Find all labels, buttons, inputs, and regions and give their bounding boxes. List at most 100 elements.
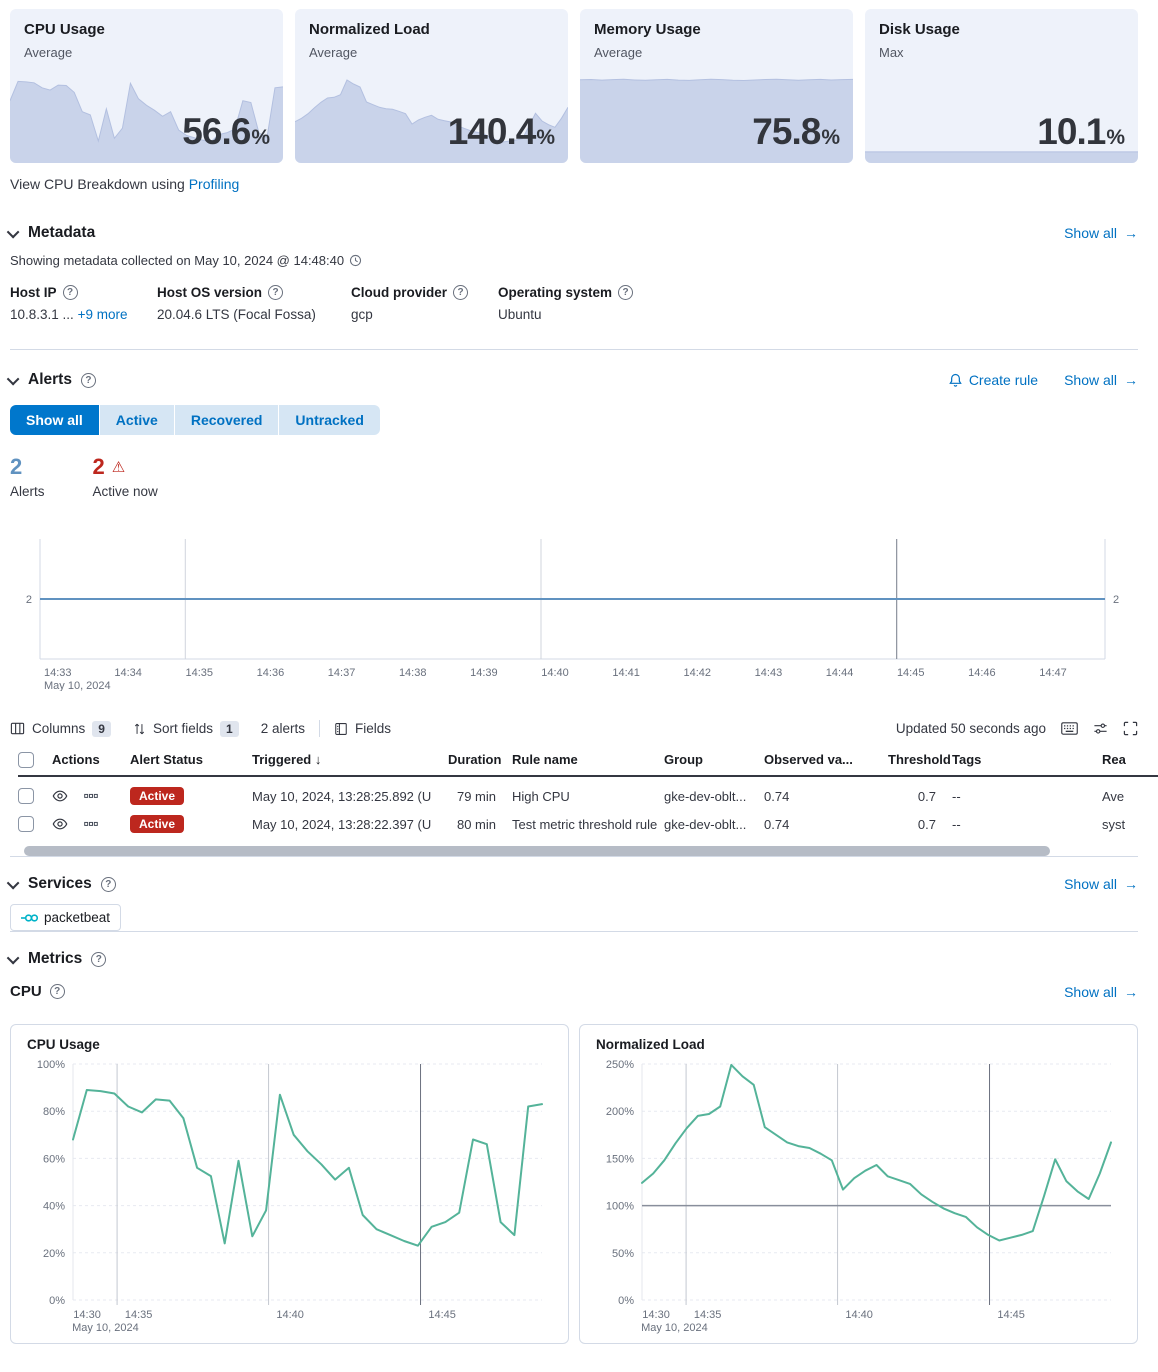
svg-text:May 10, 2024: May 10, 2024 [72, 1322, 139, 1334]
metrics-show-all-link[interactable]: Show all→ [1064, 984, 1138, 1000]
keyboard-icon [1061, 721, 1078, 736]
clock-icon [349, 254, 362, 267]
kpi-value: 75.8% [752, 111, 839, 153]
help-icon[interactable]: ? [50, 984, 65, 999]
metrics-section: Metrics ? CPU ? Show all→ CPU Usage 0%20… [10, 950, 1138, 1344]
services-show-all-link[interactable]: Show all→ [1064, 876, 1138, 892]
help-icon[interactable]: ? [63, 285, 78, 300]
cpu-usage-chart-panel[interactable]: CPU Usage 0%20%40%60%80%100%14:3014:3514… [10, 1024, 569, 1344]
chart-title: Normalized Load [596, 1037, 1121, 1052]
chevron-down-icon[interactable] [7, 876, 20, 889]
svg-text:14:34: 14:34 [114, 667, 142, 679]
chevron-down-icon[interactable] [7, 225, 20, 238]
kpi-title: CPU Usage [24, 21, 105, 38]
help-icon[interactable]: ? [618, 285, 633, 300]
svg-text:50%: 50% [612, 1248, 634, 1260]
keyboard-shortcuts-button[interactable] [1061, 721, 1078, 736]
kpi-card-normalized-load[interactable]: Normalized Load Average 140.4% [295, 9, 568, 163]
fields-button[interactable]: Fields [334, 721, 391, 736]
chevron-down-icon[interactable] [7, 951, 20, 964]
svg-text:20%: 20% [43, 1248, 65, 1260]
svg-text:14:42: 14:42 [684, 667, 712, 679]
host-ip-more-link[interactable]: +9 more [78, 307, 128, 322]
kpi-title: Normalized Load [309, 21, 430, 38]
normalized-load-chart-panel[interactable]: Normalized Load 0%50%100%150%200%250%14:… [579, 1024, 1138, 1344]
help-icon[interactable]: ? [91, 952, 106, 967]
metadata-heading: Metadata [28, 224, 95, 242]
tab-active[interactable]: Active [100, 405, 175, 435]
metadata-fields: Host IP? 10.8.3.1 ... +9 more Host OS ve… [10, 285, 1138, 322]
alerts-timeline-chart: 14:3314:3414:3514:3614:3714:3814:3914:40… [10, 535, 1138, 694]
updated-ago-label: Updated 50 seconds ago [896, 721, 1046, 736]
profiling-link[interactable]: Profiling [189, 176, 240, 192]
help-icon[interactable]: ? [101, 877, 116, 892]
sort-count-badge: 1 [220, 721, 239, 737]
svg-text:May 10, 2024: May 10, 2024 [44, 680, 111, 691]
svg-text:14:30: 14:30 [642, 1309, 670, 1321]
kpi-card-memory-usage[interactable]: Memory Usage Average 75.8% [580, 9, 853, 163]
svg-text:150%: 150% [606, 1153, 634, 1165]
fullscreen-button[interactable] [1123, 721, 1138, 736]
select-all-checkbox[interactable] [18, 752, 34, 768]
svg-text:14:40: 14:40 [276, 1309, 304, 1321]
alerts-heading: Alerts [28, 371, 72, 389]
triggered-sort-header[interactable]: Triggered ↓ [252, 752, 448, 767]
service-chip-packetbeat[interactable]: packetbeat [10, 904, 121, 931]
row-checkbox[interactable] [18, 788, 34, 804]
svg-text:14:33: 14:33 [44, 667, 72, 679]
kpi-subtitle: Average [594, 45, 701, 60]
tab-show-all[interactable]: Show all [10, 405, 100, 435]
help-icon[interactable]: ? [453, 285, 468, 300]
tab-untracked[interactable]: Untracked [279, 405, 379, 435]
create-rule-button[interactable]: Create rule [948, 372, 1038, 388]
alerts-count-label: 2 alerts [261, 721, 305, 736]
svg-text:14:30: 14:30 [73, 1309, 101, 1321]
view-alert-icon[interactable] [52, 816, 68, 832]
toolbar-divider [319, 720, 320, 737]
services-section: Services ? Show all→ packetbeat [10, 875, 1138, 931]
metadata-show-all-link[interactable]: Show all→ [1064, 225, 1138, 241]
sort-fields-button[interactable]: Sort fields 1 [133, 721, 239, 737]
row-checkbox[interactable] [18, 816, 34, 832]
kpi-value: 10.1% [1037, 111, 1124, 153]
metrics-heading: Metrics [28, 950, 82, 968]
active-now-stat: 2⚠ Active now [93, 454, 158, 499]
more-actions-icon[interactable] [84, 789, 98, 803]
more-actions-icon[interactable] [84, 817, 98, 831]
sliders-icon [1093, 721, 1108, 736]
svg-text:2: 2 [26, 594, 32, 606]
columns-button[interactable]: Columns 9 [10, 721, 111, 737]
kpi-title: Memory Usage [594, 21, 701, 38]
kpi-card-cpu-usage[interactable]: CPU Usage Average 56.6% [10, 9, 283, 163]
svg-text:May 10, 2024: May 10, 2024 [641, 1322, 708, 1334]
svg-text:100%: 100% [37, 1059, 65, 1071]
svg-text:100%: 100% [606, 1201, 634, 1213]
arrow-right-icon: → [1124, 876, 1138, 892]
svg-text:14:41: 14:41 [612, 667, 640, 679]
alerts-show-all-link[interactable]: Show all→ [1064, 372, 1138, 388]
kpi-card-disk-usage[interactable]: Disk Usage Max 10.1% [865, 9, 1138, 163]
alerts-table-header: Actions Alert Status Triggered ↓ Duratio… [18, 750, 1158, 777]
status-badge: Active [130, 787, 184, 805]
svg-text:14:35: 14:35 [694, 1309, 722, 1321]
grid-settings-button[interactable] [1093, 721, 1108, 736]
kpi-value: 56.6% [182, 111, 269, 153]
svg-text:80%: 80% [43, 1106, 65, 1118]
alerts-section: Alerts ? Create rule Show all→ Show all … [10, 371, 1138, 856]
view-alert-icon[interactable] [52, 788, 68, 804]
services-heading: Services [28, 875, 92, 893]
alert-table-row: Active May 10, 2024, 13:28:22.397 (U 80 … [18, 810, 1158, 838]
kpi-subtitle: Average [309, 45, 430, 60]
columns-icon [10, 721, 25, 736]
table-horizontal-scrollbar[interactable] [24, 846, 1050, 856]
help-icon[interactable]: ? [81, 373, 96, 388]
svg-text:60%: 60% [43, 1153, 65, 1165]
sort-icon [133, 722, 146, 736]
help-icon[interactable]: ? [268, 285, 283, 300]
svg-text:250%: 250% [606, 1059, 634, 1071]
chevron-down-icon[interactable] [7, 372, 20, 385]
tab-recovered[interactable]: Recovered [175, 405, 280, 435]
warning-icon: ⚠ [112, 458, 125, 476]
normalized-load-line-chart: 0%50%100%150%200%250%14:3014:3514:4014:4… [596, 1056, 1121, 1336]
metrics-group-cpu: CPU [10, 983, 42, 1000]
